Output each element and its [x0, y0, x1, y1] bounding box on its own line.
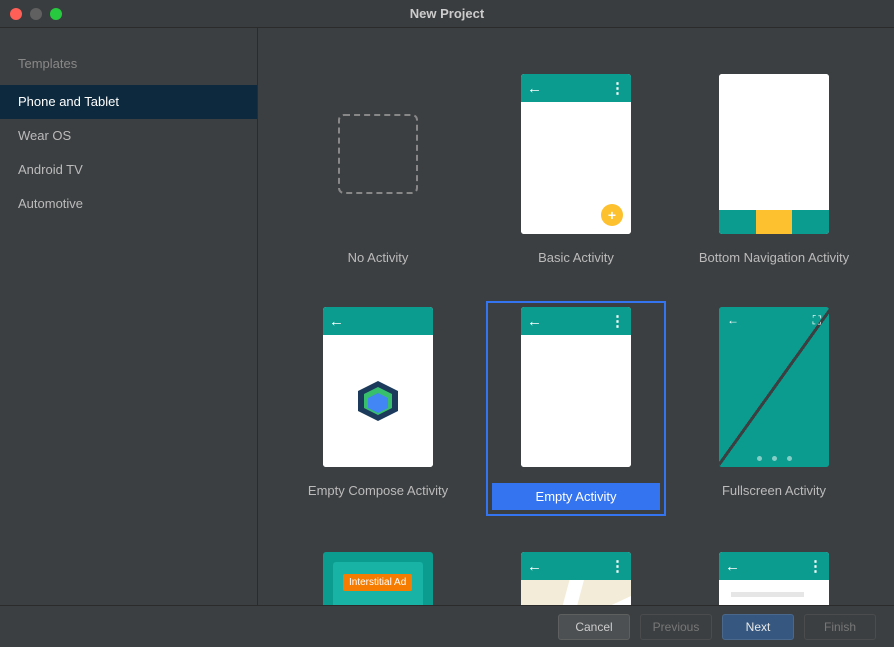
window-controls: [0, 8, 62, 20]
previous-button: Previous: [640, 614, 712, 640]
template-bottom-navigation-activity[interactable]: Bottom Navigation Activity: [684, 68, 864, 271]
template-label: Basic Activity: [538, 250, 614, 265]
thumbnail-map: [521, 580, 631, 605]
template-empty-compose-activity[interactable]: ← Empty Compose Activity: [288, 301, 468, 516]
template-label: Empty Compose Activity: [308, 483, 448, 498]
finish-button: Finish: [804, 614, 876, 640]
thumbnail: ←: [323, 307, 433, 467]
cancel-button[interactable]: Cancel: [558, 614, 630, 640]
thumbnail: ← ⋮: [521, 552, 631, 605]
dashed-placeholder-icon: [338, 114, 418, 194]
thumbnail-body: [719, 580, 829, 605]
thumbnail-appbar: ← ⋮: [521, 307, 631, 335]
back-arrow-icon: ←: [725, 559, 740, 574]
overflow-menu-icon: ⋮: [610, 314, 625, 329]
thumbnail: [323, 74, 433, 234]
bottom-nav-active-icon: [756, 210, 793, 234]
sidebar-item-phone-tablet[interactable]: Phone and Tablet: [0, 85, 257, 119]
maximize-window-icon[interactable]: [50, 8, 62, 20]
back-arrow-icon: ←: [727, 313, 739, 327]
main-area: Templates Phone and Tablet Wear OS Andro…: [0, 28, 894, 605]
template-label: Empty Activity: [492, 483, 660, 510]
thumbnail-body: +: [521, 102, 631, 234]
template-maps-activity[interactable]: ← ⋮ Google Maps Activity: [486, 546, 666, 605]
overflow-menu-icon: ⋮: [610, 81, 625, 96]
next-button[interactable]: Next: [722, 614, 794, 640]
fullscreen-icon: ⛶: [813, 313, 821, 328]
template-admob-activity[interactable]: Interstitial Ad Google AdMob Ads Activit…: [288, 546, 468, 605]
sidebar: Templates Phone and Tablet Wear OS Andro…: [0, 28, 258, 605]
thumbnail: [719, 74, 829, 234]
back-arrow-icon: ←: [527, 81, 542, 96]
thumbnail-appbar: ←: [323, 307, 433, 335]
titlebar: New Project: [0, 0, 894, 28]
template-basic-activity[interactable]: ← ⋮ + Basic Activity: [486, 68, 666, 271]
thumbnail: ← ⛶: [719, 307, 829, 467]
fab-icon: +: [601, 204, 623, 226]
template-empty-activity[interactable]: ← ⋮ Empty Activity: [486, 301, 666, 516]
thumbnail-body: Interstitial Ad: [323, 552, 433, 605]
window-title: New Project: [0, 6, 894, 21]
back-arrow-icon: ←: [329, 314, 344, 329]
templates-grid: No Activity ← ⋮ + Basic Activity: [288, 68, 864, 605]
thumbnail-appbar: ← ⋮: [719, 552, 829, 580]
back-arrow-icon: ←: [527, 559, 542, 574]
sidebar-item-automotive[interactable]: Automotive: [0, 187, 257, 221]
thumbnail: ← ⋮: [719, 552, 829, 605]
overflow-menu-icon: ⋮: [808, 559, 823, 574]
back-arrow-icon: ←: [527, 314, 542, 329]
template-fullscreen-activity[interactable]: ← ⛶ Fullscreen Activity: [684, 301, 864, 516]
template-label: Bottom Navigation Activity: [699, 250, 849, 265]
template-label: No Activity: [348, 250, 409, 265]
template-no-activity[interactable]: No Activity: [288, 68, 468, 271]
minimize-window-icon[interactable]: [30, 8, 42, 20]
template-login-activity[interactable]: ← ⋮ Login Activity: [684, 546, 864, 605]
thumbnail: ← ⋮: [521, 307, 631, 467]
sidebar-item-android-tv[interactable]: Android TV: [0, 153, 257, 187]
template-label: Fullscreen Activity: [722, 483, 826, 498]
thumbnail-body: ← ⛶: [719, 307, 829, 467]
footer: Cancel Previous Next Finish: [0, 605, 894, 647]
ad-chip: Interstitial Ad: [343, 574, 412, 591]
thumbnail: Interstitial Ad: [323, 552, 433, 605]
thumbnail: ← ⋮ +: [521, 74, 631, 234]
thumbnail-body: [521, 335, 631, 467]
pager-dots-icon: [719, 456, 829, 461]
thumbnail-body: [719, 74, 829, 210]
sidebar-header: Templates: [0, 48, 257, 85]
thumbnail-appbar: ← ⋮: [521, 74, 631, 102]
thumbnail-bottom-nav: [719, 210, 829, 234]
sidebar-item-wear-os[interactable]: Wear OS: [0, 119, 257, 153]
overflow-menu-icon: ⋮: [610, 559, 625, 574]
compose-logo-icon: [354, 377, 402, 425]
thumbnail-body: [323, 335, 433, 467]
thumbnail-appbar: ← ⋮: [521, 552, 631, 580]
close-window-icon[interactable]: [10, 8, 22, 20]
templates-panel: No Activity ← ⋮ + Basic Activity: [258, 28, 894, 605]
